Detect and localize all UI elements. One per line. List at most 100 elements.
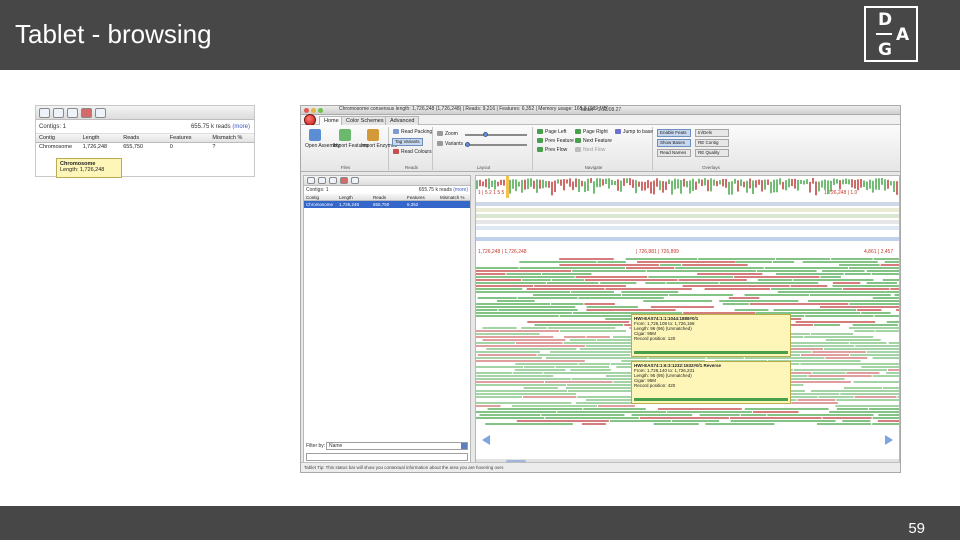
filter-icon[interactable] [307,177,315,184]
overlay-enable-feats-button[interactable]: Enable Feats [657,129,691,137]
search-icon[interactable] [95,108,106,118]
overview-tick [518,181,520,187]
overview-tick [797,179,799,191]
column-header-mismatch[interactable]: Mismatch % [438,194,470,200]
open-assembly-icon[interactable] [309,129,321,141]
overlay-show-bases-button[interactable]: Show Bases [657,139,691,147]
read-segment [667,411,752,413]
overlay-re-contig-button[interactable]: RE Contig [695,139,729,147]
tab-advanced[interactable]: Advanced [385,116,420,125]
overview-tick [701,179,703,187]
overlay-read-names-button[interactable]: Read Names [657,149,691,157]
cell-features: 6,352 [407,202,419,207]
jump-to-base-button[interactable]: Jump to base [615,129,653,135]
tab-color-schemes[interactable]: Color Schemes [341,116,389,125]
filter-select[interactable]: Name [326,442,468,450]
read-segment [875,330,899,332]
more-link[interactable]: (more) [453,187,468,193]
overview-tick [677,179,679,189]
column-header-reads[interactable]: Reads [371,194,405,200]
read-segment [894,294,899,296]
read-segment [756,270,817,272]
overview-tick [752,180,754,195]
read-segment [818,396,854,398]
dropdown-icon[interactable] [318,177,326,184]
overview-tick [623,178,625,186]
import-enzymes-icon[interactable] [367,129,379,141]
tag-variants-button[interactable]: Tag Variants [392,138,423,146]
read-segment [653,423,699,425]
read-segment [476,315,559,317]
column-header-length[interactable]: Length [80,134,121,142]
dropdown-icon[interactable] [53,108,64,118]
settings-icon[interactable] [81,108,92,118]
read-segment [790,285,828,287]
read-segment [514,369,566,371]
table-row[interactable]: Chromosome 1,726,248 655,750 0 ? [36,143,254,152]
read-segment [476,363,515,365]
filter-input[interactable] [306,453,468,461]
table-row[interactable]: Chromosome 1,726,248 655,750 6,352 [304,201,470,208]
read-segment [664,297,728,299]
overview-tick [608,178,610,189]
read-segment [542,273,592,275]
overview-tick [683,178,685,187]
contig-count: Contigs: 1 [39,124,67,130]
read-segment [519,261,597,263]
settings-icon[interactable] [340,177,348,184]
page-right-button[interactable]: Page Right [575,129,608,135]
copy-icon[interactable] [329,177,337,184]
read-segment [786,297,872,299]
zoom-slider[interactable] [465,134,527,136]
read-segment [650,306,714,308]
column-header-contig[interactable]: Contig [304,194,337,200]
prev-flow-button[interactable]: Prev Flow [537,147,567,153]
scroll-left-icon[interactable] [482,435,490,445]
contigs-table-header: Contig Length Reads Features Mismatch % [304,194,470,201]
tab-home[interactable]: Home [319,116,344,125]
read-segment [871,273,899,275]
scroll-right-icon[interactable] [885,435,893,445]
more-link[interactable]: (more) [232,124,250,130]
overlay-indels-button[interactable]: In/Dels [695,129,729,137]
column-header-features[interactable]: Features [167,134,210,142]
copy-icon[interactable] [67,108,78,118]
zoom-slider-knob[interactable] [483,132,488,137]
column-header-length[interactable]: Length [337,194,371,200]
read-segment [722,303,749,305]
overview-tick [566,179,568,184]
read-segment [485,423,573,425]
read-segment [857,309,882,311]
next-feature-button[interactable]: Next Feature [575,138,612,144]
read-packing-button[interactable]: Read Packing [393,129,432,135]
variants-slider-knob[interactable] [465,142,470,147]
prev-feature-button[interactable]: Prev Feature [537,138,574,144]
overview-tick [722,178,724,187]
read-colours-button[interactable]: Read Colours [393,149,432,155]
page-left-button[interactable]: Page Left [537,129,566,135]
variants-slider[interactable] [465,144,527,146]
read-segment [583,408,646,410]
filter-icon[interactable] [39,108,50,118]
overview-tick [698,178,700,184]
prev-flow-label: Prev Flow [545,147,568,153]
column-header-contig[interactable]: Contig [36,134,80,142]
read-segment [519,267,625,269]
overview-position-marker[interactable] [506,176,509,198]
read-segment [571,291,615,293]
read-segment [897,282,899,284]
read-tooltip-2: HWI-EAS74:1:6:3:1232:1532#0/1 Reverse Fr… [631,361,791,404]
search-icon[interactable] [351,177,359,184]
read-segment [534,324,624,326]
read-segment [793,369,887,371]
assembly-status-line: Chromosome consensus length: 1,726,248 (… [339,106,609,112]
alignment-viewer[interactable]: 1 | 5 2 1 5 5 1,726,248 | 1.0 1,726,248 … [475,175,900,465]
read-segment [853,381,899,383]
overlay-re-quality-button[interactable]: RE Quality [695,149,729,157]
column-header-mismatch[interactable]: Mismatch % [209,134,254,142]
next-flow-icon [575,147,581,153]
column-header-reads[interactable]: Reads [120,134,167,142]
column-header-features[interactable]: Features [405,194,438,200]
next-flow-button[interactable]: Next Flow [575,147,605,153]
import-features-icon[interactable] [339,129,351,141]
